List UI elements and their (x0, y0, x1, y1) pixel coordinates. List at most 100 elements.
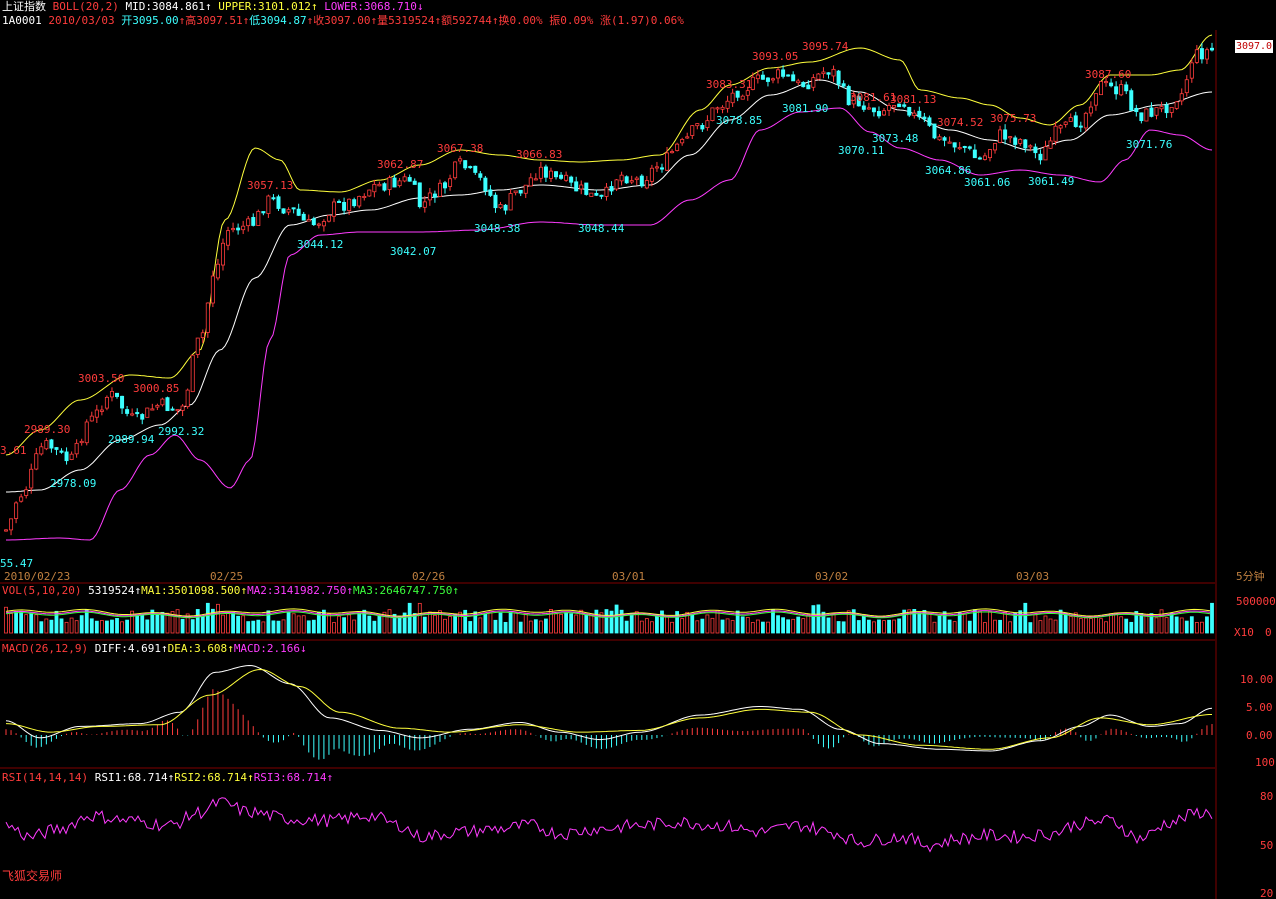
volume-bar (1200, 621, 1204, 634)
price-high-label: 3000.85 (133, 382, 179, 395)
candle-body (39, 446, 44, 455)
volume-bar (503, 621, 508, 634)
volume-bar (649, 621, 654, 634)
volume-bar (528, 620, 533, 634)
candle-body (130, 413, 135, 416)
candle-body (463, 160, 468, 169)
price-high-label: 3074.52 (937, 116, 983, 129)
volume-bar (569, 613, 574, 634)
volume-bar (1189, 616, 1194, 634)
candle-body (140, 414, 145, 420)
candle-body (755, 74, 760, 80)
x-tick-label: 03/02 (815, 570, 848, 583)
candle-body (770, 78, 775, 81)
macd-y-tick: 10.00 (1240, 673, 1273, 686)
volume-bar (1119, 616, 1124, 634)
volume-bar (1053, 619, 1058, 634)
candle-body (251, 217, 256, 226)
candle-body (912, 112, 917, 117)
price-low-label: 3044.12 (297, 238, 343, 251)
candle-body (145, 407, 150, 418)
candle-body (417, 182, 422, 208)
candle-body (574, 181, 579, 192)
candle-body (1003, 129, 1008, 140)
volume-bar (619, 609, 624, 634)
macd-dea-line (5, 668, 1212, 750)
volume-bar (750, 622, 755, 634)
volume-bar (993, 619, 997, 634)
rsi-y-tick: 50 (1260, 839, 1273, 852)
volume-bar (1083, 617, 1088, 634)
candle-body (1104, 81, 1109, 84)
candle-body (165, 397, 170, 412)
candle-body (998, 129, 1003, 143)
candle-body (1053, 125, 1058, 142)
candle-body (54, 447, 59, 450)
volume-bar (281, 619, 286, 634)
volume-bar (44, 618, 49, 634)
candle-body (957, 147, 962, 150)
candle-body (493, 194, 498, 209)
candle-body (1164, 104, 1169, 114)
candle-body (634, 177, 639, 180)
volume-bar (488, 612, 493, 634)
candle-body (533, 178, 538, 181)
candle-body (947, 141, 952, 144)
volume-bar (1179, 617, 1184, 634)
candle-body (94, 409, 99, 418)
candle-body (1179, 93, 1184, 102)
volume-bar (367, 615, 372, 634)
candle-body (1008, 136, 1013, 139)
candle-body (483, 177, 488, 192)
volume-bar (604, 609, 609, 634)
candle-body (952, 142, 957, 148)
volume-bar (332, 622, 336, 634)
candle-body (64, 451, 69, 462)
candle-body (316, 223, 321, 226)
candle-body (786, 74, 791, 77)
volume-bar (1139, 613, 1144, 634)
candle-body (548, 170, 553, 179)
candle-body (745, 90, 750, 96)
candle-body (503, 204, 508, 211)
volume-bar (680, 618, 685, 634)
candle-body (1189, 62, 1194, 79)
candle-body (175, 409, 180, 412)
macd-y-tick: 0.00 (1246, 729, 1273, 742)
candle-body (407, 177, 412, 182)
volume-bar (241, 615, 246, 634)
candle-body (715, 107, 720, 110)
rsi-panel (5, 797, 1213, 853)
volume-bar (261, 621, 266, 634)
volume-bar (710, 617, 715, 634)
volume-bar (660, 610, 664, 634)
volume-bar (730, 620, 735, 634)
volume-bar (372, 620, 377, 634)
candle-body (109, 391, 114, 398)
volume-bar (221, 614, 225, 634)
candle-body (528, 177, 533, 187)
volume-bar (29, 612, 34, 634)
candle-body (347, 198, 352, 212)
volume-bar (574, 614, 579, 634)
volume-bar (518, 621, 523, 634)
candle-body (296, 208, 301, 216)
volume-bar (826, 617, 831, 634)
candle-body (1124, 84, 1129, 92)
candle-body (115, 392, 120, 397)
candle-body (291, 207, 296, 210)
candle-body (150, 408, 155, 411)
price-low-label: 3070.11 (838, 144, 884, 157)
volume-bar (937, 615, 942, 634)
candle-body (730, 92, 735, 104)
volume-bar (508, 611, 513, 634)
volume-bar (639, 620, 644, 634)
chart-canvas[interactable]: 3003.50 3000.85 2989.30 3057.13 3062.87 3067.… (0, 0, 1276, 899)
volume-bar (453, 613, 457, 634)
volume-bar (195, 609, 200, 634)
volume-bar (786, 619, 791, 634)
volume-bar (342, 617, 346, 634)
candle-body (614, 179, 619, 190)
volume-bar (377, 615, 382, 634)
candle-body (993, 143, 998, 151)
